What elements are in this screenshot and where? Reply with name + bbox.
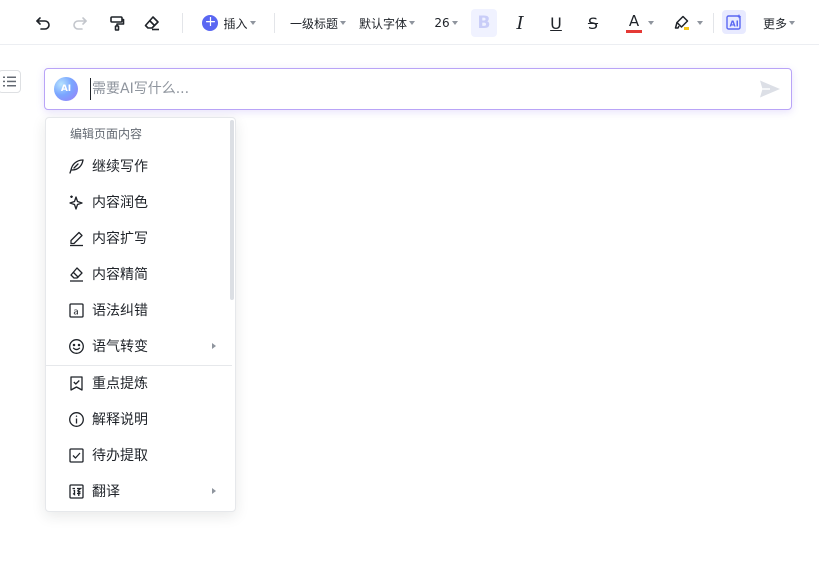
bold-icon: B — [477, 13, 491, 33]
svg-text:AI: AI — [730, 20, 739, 29]
caret-down-icon — [451, 21, 458, 25]
menu-item-tone-change[interactable]: 语气转变 — [46, 328, 231, 364]
sparkle-icon — [68, 194, 85, 211]
outline-toggle-button[interactable] — [0, 70, 21, 93]
italic-button[interactable]: I — [509, 9, 531, 37]
menu-item-label: 内容扩写 — [92, 231, 148, 247]
font-family-label: 默认字体 — [358, 16, 407, 31]
toolbar-divider — [274, 13, 275, 33]
redo-icon — [73, 17, 87, 30]
font-size-dropdown[interactable]: 26 — [432, 9, 460, 37]
list-icon — [3, 76, 16, 87]
highlight-dropdown[interactable] — [671, 9, 705, 37]
strikethrough-icon: S — [587, 13, 599, 33]
undo-button[interactable] — [32, 9, 54, 37]
highlighter-icon — [674, 15, 689, 30]
editor-toolbar: + 插入 一级标题 默认字体 26 B I U S A AI 更多 — [0, 0, 819, 45]
menu-item-label: 语气转变 — [92, 339, 148, 355]
menu-item-expand[interactable]: 内容扩写 — [46, 220, 231, 256]
letter-a-box-icon: a — [68, 302, 85, 319]
heading-label: 一级标题 — [289, 16, 338, 31]
insert-dropdown[interactable]: + 插入 — [199, 9, 259, 37]
submenu-arrow-icon — [212, 343, 216, 349]
caret-down-icon — [249, 21, 256, 25]
menu-item-grammar[interactable]: a 语法纠错 — [46, 292, 231, 328]
undo-icon — [36, 17, 50, 30]
menu-item-polish[interactable]: 内容润色 — [46, 184, 231, 220]
menu-item-key-points[interactable]: 重点提炼 — [46, 365, 231, 401]
format-painter-icon — [110, 16, 125, 31]
ai-prompt-input[interactable] — [90, 78, 740, 100]
bold-button[interactable]: B — [471, 9, 497, 37]
strikethrough-button[interactable]: S — [582, 9, 604, 37]
info-circle-icon — [68, 411, 85, 428]
caret-down-icon — [789, 21, 795, 25]
italic-icon: I — [516, 12, 524, 34]
redo-button[interactable] — [69, 9, 91, 37]
menu-item-todo-extract[interactable]: 待办提取 — [46, 437, 231, 473]
clear-format-button[interactable] — [141, 9, 163, 37]
menu-item-label: 待办提取 — [92, 448, 148, 464]
font-size-label: 26 — [434, 16, 450, 30]
insert-label: 插入 — [223, 16, 248, 31]
eraser-icon — [144, 16, 159, 31]
toolbar-divider — [713, 13, 714, 33]
font-color-dropdown[interactable]: A — [623, 9, 657, 37]
font-color-icon: A — [626, 11, 642, 33]
menu-item-label: 内容精简 — [92, 267, 148, 283]
ai-prompt-box: AI — [44, 68, 792, 110]
font-color-bar — [626, 29, 642, 33]
translate-box-icon — [68, 483, 85, 500]
more-dropdown[interactable]: 更多 — [761, 9, 797, 37]
ai-logo-text: AI — [60, 84, 72, 94]
checkbox-icon — [68, 447, 85, 464]
send-icon — [760, 80, 780, 98]
menu-item-continue-writing[interactable]: 继续写作 — [46, 148, 231, 184]
plus-circle-icon: + — [202, 15, 219, 31]
menu-item-label: 继续写作 — [92, 159, 148, 175]
svg-text:a: a — [73, 307, 79, 317]
more-label: 更多 — [762, 16, 787, 31]
bookmark-check-icon — [68, 375, 85, 392]
menu-item-label: 内容润色 — [92, 195, 148, 211]
submenu-arrow-icon — [212, 488, 216, 494]
eraser-icon — [68, 266, 85, 283]
font-color-letter: A — [628, 11, 640, 30]
feather-pen-icon — [68, 158, 85, 175]
menu-item-label: 翻译 — [92, 484, 120, 500]
menu-item-label: 解释说明 — [92, 412, 148, 428]
send-button[interactable] — [759, 79, 781, 99]
menu-item-label: 重点提炼 — [92, 376, 148, 392]
ai-sparkle-icon: AI — [726, 14, 742, 30]
smiley-icon — [68, 338, 85, 355]
caret-down-icon — [409, 21, 415, 25]
ai-logo-icon: AI — [54, 77, 78, 101]
toolbar-divider — [182, 13, 183, 33]
underline-icon: U — [550, 13, 562, 33]
menu-section-header: 编辑页面内容 — [70, 127, 143, 141]
heading-dropdown[interactable]: 一级标题 — [288, 9, 348, 37]
ai-assistant-button[interactable]: AI — [722, 10, 746, 34]
format-painter-button[interactable] — [106, 9, 128, 37]
menu-item-simplify[interactable]: 内容精简 — [46, 256, 231, 292]
caret-down-icon — [648, 21, 654, 25]
menu-item-label: 语法纠错 — [92, 303, 148, 319]
pencil-icon — [68, 230, 85, 247]
menu-item-explain[interactable]: 解释说明 — [46, 401, 231, 437]
font-family-dropdown[interactable]: 默认字体 — [357, 9, 417, 37]
ai-action-menu: 编辑页面内容 继续写作 内容润色 内容扩写 内容精简 a 语法纠错 语气转变 重… — [45, 117, 236, 512]
menu-item-translate[interactable]: 翻译 — [46, 473, 231, 509]
underline-button[interactable]: U — [545, 9, 567, 37]
caret-down-icon — [697, 21, 703, 25]
caret-down-icon — [340, 21, 346, 25]
